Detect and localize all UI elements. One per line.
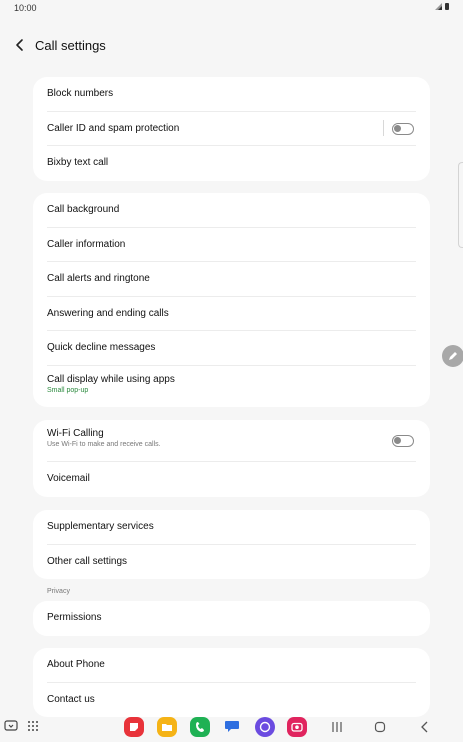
quick-decline-messages-label: Quick decline messages	[47, 342, 156, 353]
page-title: Call settings	[35, 38, 106, 53]
caller-id-spam-label: Caller ID and spam protection	[47, 122, 180, 134]
call-background-item[interactable]: Call background	[33, 193, 430, 228]
status-time: 10:00	[14, 3, 37, 13]
card-services: Supplementary services Other call settin…	[33, 510, 430, 579]
call-display-apps-item[interactable]: Call display while using apps Small pop-…	[33, 366, 430, 407]
bixby-text-call-item[interactable]: Bixby text call	[33, 146, 430, 181]
edit-button[interactable]	[442, 345, 463, 367]
permissions-label: Permissions	[47, 612, 102, 623]
header: Call settings	[0, 32, 463, 58]
bixby-text-call-label: Bixby text call	[47, 157, 109, 168]
camera-app-icon[interactable]	[287, 717, 307, 737]
call-display-apps-sub: Small pop-up	[47, 386, 89, 394]
supplementary-services-label: Supplementary services	[47, 521, 154, 532]
call-alerts-ringtone-label: Call alerts and ringtone	[47, 273, 150, 284]
my-files-app-icon[interactable]	[157, 717, 177, 737]
wifi-calling-sub: Use Wi-Fi to make and receive calls.	[47, 441, 161, 448]
caller-information-item[interactable]: Caller information	[33, 228, 430, 262]
all-apps-icon[interactable]	[27, 720, 39, 732]
home-button[interactable]	[374, 721, 386, 733]
supplementary-services-item[interactable]: Supplementary services	[33, 510, 430, 545]
status-icons	[435, 3, 449, 10]
back-arrow-icon[interactable]	[12, 37, 28, 53]
other-call-settings-item[interactable]: Other call settings	[33, 545, 430, 580]
card-wifi-voicemail: Wi-Fi Calling Use Wi-Fi to make and rece…	[33, 420, 430, 497]
nav-back-button[interactable]	[419, 721, 431, 733]
caller-id-spam-item[interactable]: Caller ID and spam protection	[33, 112, 430, 146]
wifi-calling-toggle[interactable]	[392, 435, 414, 447]
edge-panel-handle[interactable]	[458, 162, 463, 248]
call-background-label: Call background	[47, 204, 120, 215]
wifi-calling-label: Wi-Fi Calling	[47, 428, 104, 439]
voicemail-item[interactable]: Voicemail	[33, 462, 430, 497]
internet-app-icon[interactable]	[255, 717, 275, 737]
messages-app-icon[interactable]	[223, 717, 241, 735]
recents-button[interactable]	[331, 721, 343, 733]
taskbar	[0, 712, 463, 742]
about-phone-label: About Phone	[47, 659, 105, 670]
permissions-item[interactable]: Permissions	[33, 601, 430, 636]
phone-app-icon[interactable]	[190, 717, 210, 737]
voicemail-label: Voicemail	[47, 473, 90, 484]
recent-apps-icon[interactable]	[4, 719, 18, 733]
privacy-section-label: Privacy	[47, 588, 70, 595]
card-blocking: Block numbers Caller ID and spam protect…	[33, 77, 430, 181]
block-numbers-label: Block numbers	[47, 88, 114, 99]
signal-icon	[435, 3, 442, 10]
other-call-settings-label: Other call settings	[47, 555, 128, 567]
wifi-calling-item[interactable]: Wi-Fi Calling Use Wi-Fi to make and rece…	[33, 420, 430, 462]
caller-information-label: Caller information	[47, 238, 126, 250]
answering-ending-calls-label: Answering and ending calls	[47, 307, 169, 319]
notes-app-icon[interactable]	[124, 717, 144, 737]
pencil-icon	[449, 352, 457, 360]
card-about: About Phone Contact us	[33, 648, 430, 717]
about-phone-item[interactable]: About Phone	[33, 648, 430, 683]
quick-decline-messages-item[interactable]: Quick decline messages	[33, 331, 430, 366]
card-privacy: Permissions	[33, 601, 430, 636]
status-bar: 10:00	[0, 0, 463, 16]
answering-ending-calls-item[interactable]: Answering and ending calls	[33, 297, 430, 331]
block-numbers-item[interactable]: Block numbers	[33, 77, 430, 112]
call-alerts-ringtone-item[interactable]: Call alerts and ringtone	[33, 262, 430, 297]
separator	[383, 119, 384, 136]
call-display-apps-label: Call display while using apps	[47, 373, 175, 385]
battery-icon	[445, 3, 449, 10]
contact-us-label: Contact us	[47, 693, 95, 705]
caller-id-spam-toggle[interactable]	[392, 122, 414, 135]
card-call-display: Call background Caller information Call …	[33, 193, 430, 407]
